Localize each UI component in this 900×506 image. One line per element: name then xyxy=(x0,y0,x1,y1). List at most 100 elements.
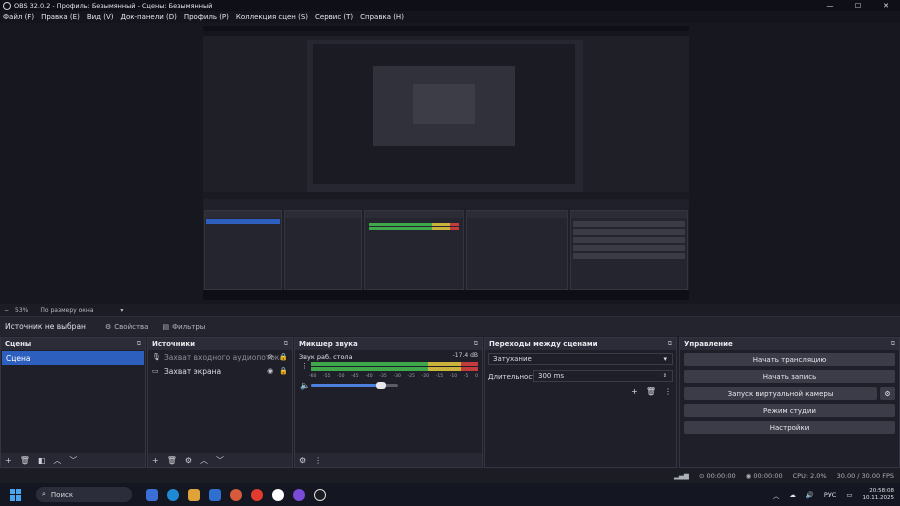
source-item-audio-input[interactable]: 🎙 Захват входного аудиопотока ⊘ 🔒 xyxy=(148,350,292,364)
menu-bar: Файл (F) Правка (E) Вид (V) Док-панели (… xyxy=(0,11,900,23)
maximize-button[interactable]: ☐ xyxy=(844,0,872,11)
close-button[interactable]: ✕ xyxy=(872,0,900,11)
settings-button[interactable]: Настройки xyxy=(684,421,895,434)
db-readout: -17.4 dB xyxy=(452,352,478,359)
obs-icon[interactable] xyxy=(314,488,326,501)
start-stream-button[interactable]: Начать трансляцию xyxy=(684,353,895,366)
menu-edit[interactable]: Правка (E) xyxy=(41,13,80,21)
menu-file[interactable]: Файл (F) xyxy=(3,13,34,21)
trash-icon[interactable]: 🗑 xyxy=(20,456,30,465)
sources-dock: Источники ⧉ 🎙 Захват входного аудиопотока… xyxy=(147,337,293,468)
gear-icon: ⚙ xyxy=(105,322,112,331)
filters-button[interactable]: ▤ Фильтры xyxy=(162,323,205,331)
search-icon: ⌕ xyxy=(42,490,46,498)
transitions-title: Переходы между сценами xyxy=(489,340,598,348)
dock-menu-icon[interactable]: ⧉ xyxy=(137,340,141,348)
move-up-icon[interactable]: ︿ xyxy=(53,455,61,466)
app-icon-2[interactable] xyxy=(293,488,305,501)
meter-scale: -60 -55 -50 -45 -40 -35 -30 -25 -20 -15 -10 -5 0 xyxy=(309,374,478,379)
eye-icon[interactable]: ◉ xyxy=(267,367,273,375)
add-icon[interactable]: + xyxy=(5,456,12,465)
preview-area xyxy=(0,23,900,304)
volume-meter-left xyxy=(311,362,479,366)
source-item-screen-capture[interactable]: ▭ Захват экрана ◉ 🔒 xyxy=(148,364,292,378)
speaker-icon[interactable]: 🔊 xyxy=(806,491,814,499)
cloud-icon[interactable]: ☁ xyxy=(789,491,796,499)
speaker-icon[interactable]: 🔈 xyxy=(300,381,310,390)
transitions-dock: Переходы между сценами ⧉ Затухание ▾ Длит… xyxy=(484,337,677,468)
preview-canvas[interactable] xyxy=(203,26,689,300)
eye-hidden-icon[interactable]: ⊘ xyxy=(267,353,273,361)
minimize-button[interactable]: — xyxy=(816,0,844,11)
spinner-icon[interactable]: ⇕ xyxy=(663,373,667,379)
yandex-browser-icon[interactable] xyxy=(272,488,284,501)
zoom-mode[interactable]: По размеру окна xyxy=(40,307,120,314)
sources-title: Источники xyxy=(152,340,196,348)
file-explorer-icon[interactable] xyxy=(188,488,200,501)
channel-name: Звук раб. стола xyxy=(299,353,353,361)
menu-view[interactable]: Вид (V) xyxy=(87,13,114,21)
move-down-icon[interactable]: ﹀ xyxy=(69,455,77,466)
transition-select[interactable]: Затухание ▾ xyxy=(488,353,673,365)
trash-icon[interactable]: 🗑 xyxy=(646,387,656,396)
lock-icon[interactable]: 🔒 xyxy=(279,353,288,361)
mixer-channel: Звук раб. стола -17.4 dB ⋮ -60 -55 -50 -45-… xyxy=(295,350,482,390)
windows-start-icon[interactable] xyxy=(10,488,22,501)
zoom-minus-icon[interactable]: − xyxy=(4,307,9,314)
move-up-icon[interactable]: ︿ xyxy=(200,455,208,466)
zoom-level[interactable]: 53% xyxy=(15,307,28,314)
yandex-icon[interactable] xyxy=(251,488,263,501)
chevron-down-icon[interactable]: ▾ xyxy=(120,307,123,314)
taskbar: ⌕ Поиск ︿ ☁ 🔊 РУС ▭ 20:58:08 10.11.2025 xyxy=(0,483,900,506)
microphone-icon: 🎙 xyxy=(152,353,161,361)
task-view-icon[interactable] xyxy=(146,488,158,501)
lock-icon[interactable]: 🔒 xyxy=(279,367,288,375)
window-title: OBS 32.0.2 - Профиль: Безымянный - Сцены… xyxy=(14,1,213,10)
clock[interactable]: 20:58:08 10.11.2025 xyxy=(863,488,895,502)
menu-profile[interactable]: Профиль (P) xyxy=(184,13,229,21)
source-toolbar: Источник не выбран ⚙ Свойства ▤ Фильтры xyxy=(0,316,900,336)
add-icon[interactable]: + xyxy=(152,456,159,465)
add-icon[interactable]: + xyxy=(631,387,638,396)
kebab-menu-icon[interactable]: ⋮ xyxy=(314,456,322,465)
kebab-menu-icon[interactable]: ⋮ xyxy=(301,362,308,370)
duration-input[interactable]: 300 ms ⇕ xyxy=(533,370,673,382)
scenes-dock: Сцены ⧉ Сцена + 🗑 ◧ ︿ ﹀ xyxy=(0,337,146,468)
no-source-label: Источник не выбран xyxy=(5,322,86,331)
controls-dock: Управление ⧉ Начать трансляцию Начать зап… xyxy=(679,337,900,468)
dock-menu-icon[interactable]: ⧉ xyxy=(284,340,288,348)
dock-menu-icon[interactable]: ⧉ xyxy=(668,340,672,348)
trash-icon[interactable]: 🗑 xyxy=(167,456,177,465)
network-icon[interactable]: ▭ xyxy=(846,491,852,499)
start-record-button[interactable]: Начать запись xyxy=(684,370,895,383)
mixer-title: Микшер звука xyxy=(299,340,358,348)
volume-slider[interactable] xyxy=(311,382,398,389)
language-indicator[interactable]: РУС xyxy=(824,491,836,499)
app-icon[interactable] xyxy=(230,488,242,501)
menu-tools[interactable]: Сервис (T) xyxy=(315,13,353,21)
studio-mode-button[interactable]: Режим студии xyxy=(684,404,895,417)
chevron-up-icon[interactable]: ︿ xyxy=(773,490,780,500)
edge-icon[interactable] xyxy=(167,488,179,501)
menu-docks[interactable]: Док-панели (D) xyxy=(120,13,176,21)
gear-icon[interactable]: ⚙ xyxy=(185,456,192,465)
menu-help[interactable]: Справка (H) xyxy=(360,13,404,21)
dock-menu-icon[interactable]: ⧉ xyxy=(474,340,478,348)
taskbar-search[interactable]: ⌕ Поиск xyxy=(36,487,132,502)
menu-scene-collection[interactable]: Коллекция сцен (S) xyxy=(236,13,308,21)
virtual-camera-button[interactable]: Запуск виртуальной камеры xyxy=(684,387,877,400)
fps-readout: 30.00 / 30.00 FPS xyxy=(836,472,894,480)
filter-icon[interactable]: ◧ xyxy=(38,456,46,465)
mixer-settings-icon[interactable]: ⚙ xyxy=(299,456,306,465)
store-icon[interactable] xyxy=(209,488,221,501)
nested-preview xyxy=(307,40,583,192)
properties-button[interactable]: ⚙ Свойства xyxy=(105,323,148,331)
virtual-camera-settings-button[interactable]: ⚙ xyxy=(880,387,895,400)
kebab-menu-icon[interactable]: ⋮ xyxy=(664,387,672,396)
record-status: ◉ 00:00:00 xyxy=(745,472,783,480)
dock-menu-icon[interactable]: ⧉ xyxy=(891,340,895,348)
move-down-icon[interactable]: ﹀ xyxy=(216,455,224,466)
cpu-usage: CPU: 2.0% xyxy=(792,472,827,480)
filter-icon: ▤ xyxy=(162,322,170,331)
scene-item[interactable]: Сцена xyxy=(2,351,144,365)
